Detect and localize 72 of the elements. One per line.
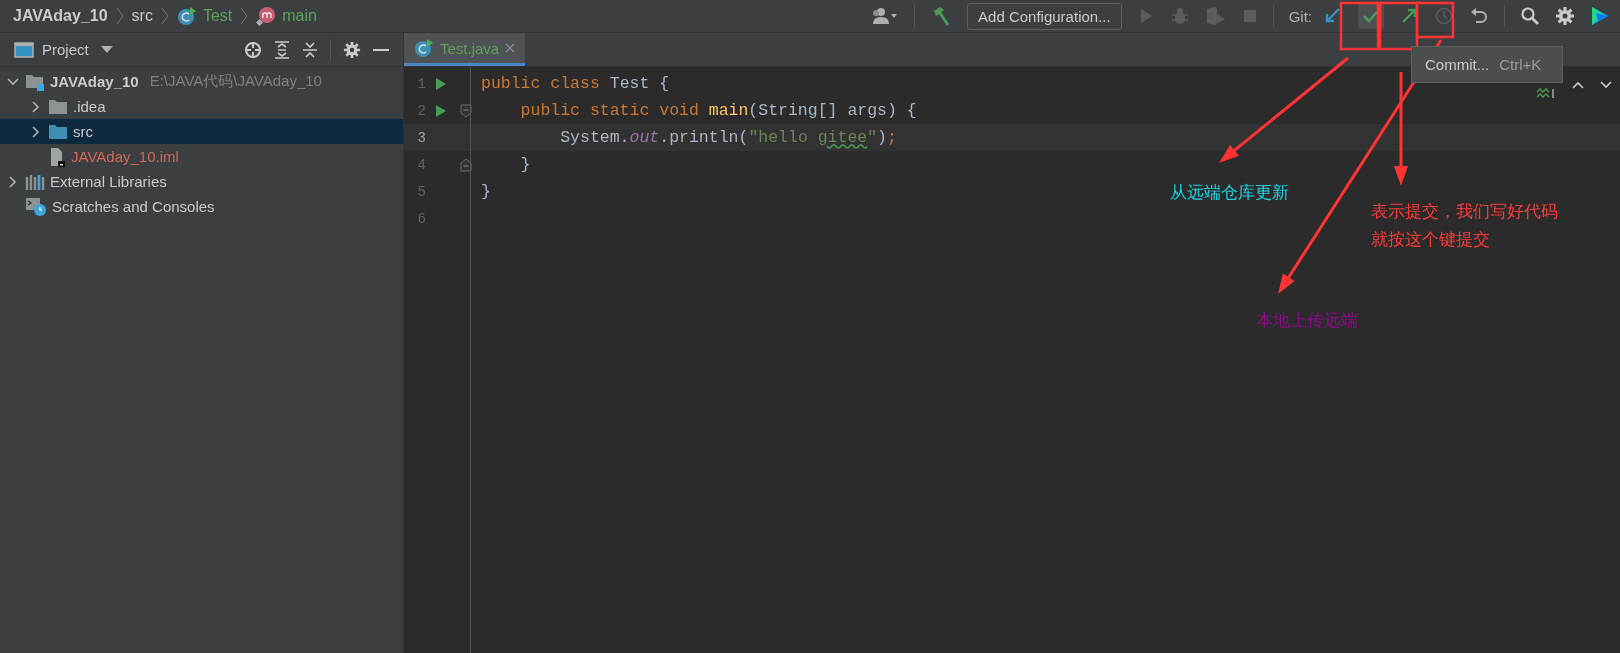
annotation-text: 表示提交，我们写好代码: [1371, 200, 1558, 223]
highlight-box: [1339, 1, 1380, 51]
code-line: public class Test {: [481, 74, 670, 93]
collapse-all-icon[interactable]: [302, 40, 318, 59]
chevron-down-icon[interactable]: [7, 77, 19, 86]
tree-label: Scratches and Consoles: [52, 198, 215, 215]
tooltip-label: Commit...: [1425, 56, 1490, 73]
breadcrumb-item[interactable]: main: [282, 7, 317, 25]
logo-icon[interactable]: [1590, 5, 1610, 27]
chevron-right-icon: [115, 7, 124, 25]
undo-icon[interactable]: [1469, 6, 1489, 26]
tree-label: .idea: [73, 98, 106, 115]
caret-icon[interactable]: [100, 45, 113, 54]
tree-label: src: [73, 123, 93, 140]
highlight-box: [1415, 1, 1455, 39]
folder-icon: [25, 72, 45, 91]
chevron-down-icon[interactable]: [1600, 81, 1612, 89]
run-icon[interactable]: [435, 76, 447, 91]
line-number: 3: [416, 129, 426, 146]
class-icon: [176, 6, 197, 26]
method-icon: [256, 6, 277, 26]
git-label: Git:: [1288, 7, 1312, 25]
annotation-text: 本地上传远端: [1256, 309, 1358, 332]
class-icon: [414, 38, 434, 58]
crosshair-icon[interactable]: [244, 40, 262, 59]
code-line: System.out.println("hello gitee");: [559, 128, 897, 147]
tree-label: JAVAday_10.iml: [71, 148, 179, 165]
search-icon[interactable]: [1520, 6, 1540, 26]
shortcut-label: Ctrl+K: [1499, 56, 1542, 73]
folder-icon: [48, 98, 68, 115]
terminal-clock-icon: [25, 196, 47, 217]
code-line: }: [519, 155, 531, 174]
tree-item[interactable]: src: [0, 119, 403, 144]
breadcrumb-item[interactable]: JAVAday_10: [13, 7, 108, 25]
line-number: 1: [416, 75, 426, 92]
breadcrumb-item[interactable]: Test: [202, 7, 233, 25]
line-number: 4: [416, 156, 426, 173]
clock-icon[interactable]: [1434, 6, 1454, 26]
project-path: E:\JAVA代码\JAVAday_10: [149, 72, 322, 91]
settings-icon[interactable]: [1555, 6, 1575, 26]
tree-label: JAVAday_10: [50, 73, 139, 90]
tree-item[interactable]: .idea: [0, 94, 403, 119]
chevron-right-icon[interactable]: [32, 125, 40, 138]
file-icon: [48, 146, 66, 167]
chevron-right-icon: [160, 7, 169, 25]
tree-label: External Libraries: [50, 173, 167, 190]
folder-icon: [48, 123, 68, 140]
line-number: 2: [416, 102, 426, 119]
chevron-right-icon[interactable]: [32, 100, 40, 113]
library-icon: [25, 172, 45, 191]
chevron-right-icon: [240, 7, 249, 25]
inspection-icon[interactable]: [1536, 87, 1556, 99]
tree-item[interactable]: JAVAday_10 E:\JAVA代码\JAVAday_10: [0, 69, 403, 94]
chevron-right-icon[interactable]: [9, 175, 17, 188]
tab-label: Test.java: [440, 39, 500, 57]
breadcrumb-item[interactable]: src: [131, 7, 153, 25]
highlight-box: [1378, 1, 1419, 51]
tree-item[interactable]: External Libraries: [0, 169, 403, 194]
chevron-up-icon[interactable]: [1572, 81, 1584, 89]
annotation-text: 就按这个键提交: [1371, 228, 1491, 251]
annotation-text: 从远端仓库更新: [1170, 181, 1289, 204]
expand-all-icon[interactable]: [274, 40, 290, 59]
line-number: 5: [416, 183, 426, 200]
add-configuration-button[interactable]: Add Configuration...: [967, 2, 1122, 30]
settings-icon[interactable]: [343, 40, 361, 59]
code-line: public static void main(String[] args) {: [519, 101, 917, 120]
panel-title[interactable]: Project: [42, 41, 89, 58]
line-number: 6: [416, 210, 426, 227]
code-line: }: [481, 182, 491, 201]
tree-item[interactable]: Scratches and Consoles: [0, 194, 403, 219]
window-icon: [14, 40, 34, 59]
run-icon[interactable]: [435, 103, 447, 118]
